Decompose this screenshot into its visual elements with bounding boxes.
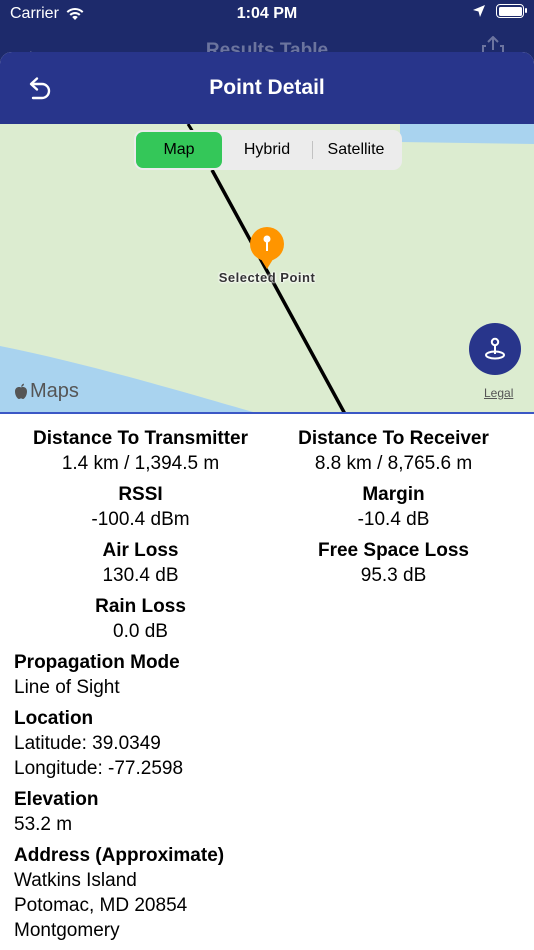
point-details: Distance To Transmitter 1.4 km / 1,394.5… <box>0 414 534 943</box>
elevation-section: Elevation 53.2 m <box>14 787 520 837</box>
metric-value: 0.0 dB <box>113 621 168 642</box>
maps-logo-text: Maps <box>30 380 79 402</box>
address-line-3: Montgomery <box>14 920 120 941</box>
map-pin-icon[interactable] <box>248 226 286 270</box>
metric-value: -100.4 dBm <box>91 509 190 530</box>
address-label: Address (Approximate) <box>14 845 225 866</box>
status-bar: Carrier 1:04 PM <box>0 0 534 30</box>
pin-label: Selected Point <box>218 270 316 285</box>
metric-label: Rain Loss <box>95 596 186 617</box>
map-type-segmented-control: Map Hybrid Satellite <box>134 130 402 170</box>
metric-label: Air Loss <box>102 540 179 561</box>
metric-rain-loss: Rain Loss 0.0 dB <box>14 594 267 644</box>
segment-satellite[interactable]: Satellite <box>312 132 400 168</box>
metric-air-loss: Air Loss 130.4 dB <box>14 538 267 588</box>
metrics-grid: Distance To Transmitter 1.4 km / 1,394.5… <box>14 426 520 644</box>
metric-value: -10.4 dB <box>357 509 430 530</box>
metric-distance-to-receiver: Distance To Receiver 8.8 km / 8,765.6 m <box>267 426 520 476</box>
apple-maps-logo: Maps <box>14 380 79 403</box>
metric-free-space-loss: Free Space Loss 95.3 dB <box>267 538 520 588</box>
metric-label: RSSI <box>118 484 163 505</box>
page-title: Point Detail <box>209 76 325 99</box>
map-view[interactable]: Map Hybrid Satellite Selected Point Maps <box>0 124 534 414</box>
metric-label: Margin <box>362 484 425 505</box>
clock: 1:04 PM <box>236 5 298 22</box>
battery-icon <box>496 4 527 18</box>
metric-value: 95.3 dB <box>360 565 427 586</box>
point-detail-sheet: Point Detail Map Hybrid Satellite Select… <box>0 52 534 950</box>
location-section: Location Latitude: 39.0349 Longitude: -7… <box>14 706 520 781</box>
longitude-value: Longitude: -77.2598 <box>14 758 184 779</box>
metric-rssi: RSSI -100.4 dBm <box>14 482 267 532</box>
metric-label: Free Space Loss <box>317 540 470 561</box>
propagation-value: Line of Sight <box>14 677 120 698</box>
metric-margin: Margin -10.4 dB <box>267 482 520 532</box>
location-label: Location <box>14 708 94 729</box>
location-arrow-icon <box>473 5 485 17</box>
map-pin-tracking-icon <box>485 337 505 360</box>
address-line-1: Watkins Island <box>14 870 137 891</box>
metric-value: 1.4 km / 1,394.5 m <box>61 453 220 474</box>
metric-label: Distance To Transmitter <box>32 428 249 449</box>
address-section: Address (Approximate) Watkins Island Pot… <box>14 843 520 943</box>
segment-map[interactable]: Map <box>136 132 222 168</box>
user-tracking-button[interactable] <box>469 323 521 375</box>
segment-hybrid[interactable]: Hybrid <box>222 132 312 168</box>
navigation-bar: Point Detail <box>0 52 534 124</box>
metric-distance-to-transmitter: Distance To Transmitter 1.4 km / 1,394.5… <box>14 426 267 476</box>
latitude-value: Latitude: 39.0349 <box>14 733 161 754</box>
legal-link[interactable]: Legal <box>484 386 513 400</box>
propagation-section: Propagation Mode Line of Sight <box>14 650 520 700</box>
address-line-2: Potomac, MD 20854 <box>14 895 188 916</box>
elevation-label: Elevation <box>14 789 99 810</box>
elevation-value: 53.2 m <box>14 814 73 835</box>
metric-value: 130.4 dB <box>102 565 179 586</box>
metric-label: Distance To Receiver <box>298 428 489 449</box>
propagation-label: Propagation Mode <box>14 652 180 673</box>
metric-value: 8.8 km / 8,765.6 m <box>314 453 473 474</box>
apple-icon <box>15 383 27 399</box>
